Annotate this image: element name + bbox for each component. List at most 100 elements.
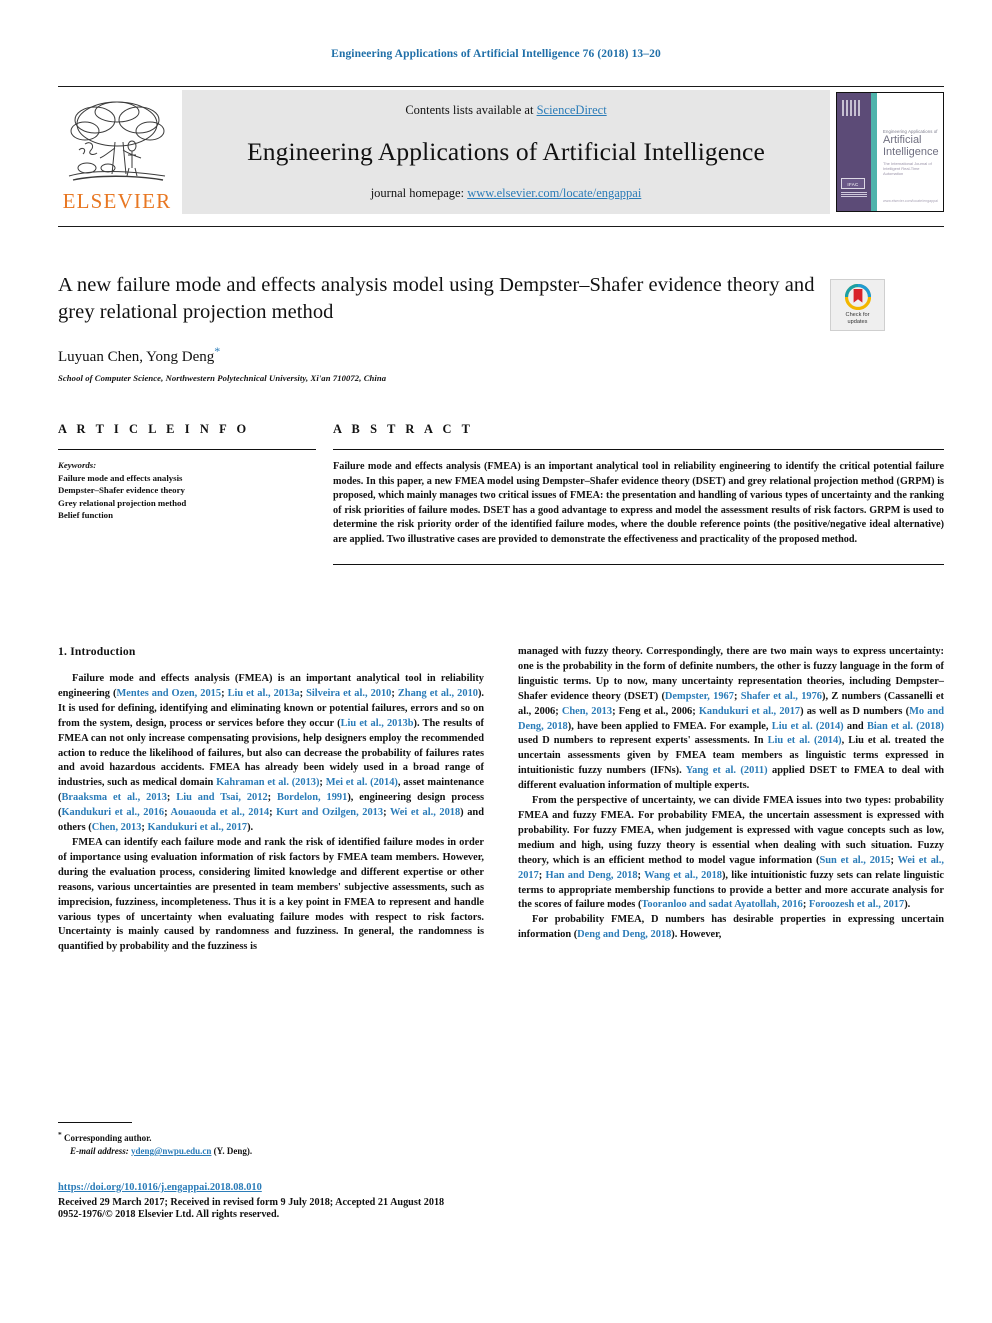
email-suffix: (Y. Deng). xyxy=(213,1146,253,1156)
keyword-item: Failure mode and effects analysis xyxy=(58,472,183,483)
check-for-updates-icon xyxy=(844,284,871,311)
doi-link[interactable]: https://doi.org/10.1016/j.engappai.2018.… xyxy=(58,1182,262,1193)
citation-link[interactable]: Kandukuri et al., 2016 xyxy=(61,807,164,818)
citation-link[interactable]: Liu et al., 2013a xyxy=(228,688,300,699)
citation-link[interactable]: Liu et al. (2014) xyxy=(772,721,844,732)
journal-masthead: ELSEVIER Contents lists available at Sci… xyxy=(58,90,944,214)
body-left-column: 1. Introduction Failure mode and effects… xyxy=(58,645,484,955)
article-info-column: A R T I C L E I N F O Keywords: Failure … xyxy=(58,422,316,565)
citation-link[interactable]: Tooranloo and sadat Ayatollah, 2016 xyxy=(641,899,802,910)
citation-link[interactable]: Liu and Tsai, 2012 xyxy=(176,792,267,803)
keyword-item: Grey relational projection method xyxy=(58,497,187,508)
email-note: E-mail address: ydeng@nwpu.edu.cn (Y. De… xyxy=(70,1145,484,1158)
cover-publisher-mark-icon xyxy=(842,100,862,116)
citation-link[interactable]: Liu et al. (2014) xyxy=(768,735,842,746)
citation-link[interactable]: Dempster, 1967 xyxy=(665,691,734,702)
citation-link[interactable]: Foroozesh et al., 2017 xyxy=(809,899,904,910)
footnote-block: * Corresponding author. E-mail address: … xyxy=(58,1122,484,1158)
running-head: Engineering Applications of Artificial I… xyxy=(331,48,661,60)
corresponding-author-text: Corresponding author. xyxy=(64,1133,152,1143)
citation-link[interactable]: Chen, 2013 xyxy=(92,822,142,833)
cover-tagline: The International Journal of Intelligent… xyxy=(883,161,932,176)
abstract-bottom-rule xyxy=(333,563,944,565)
affiliation: School of Computer Science, Northwestern… xyxy=(58,373,387,383)
footer-block: https://doi.org/10.1016/j.engappai.2018.… xyxy=(58,1177,618,1220)
abstract-rule xyxy=(333,449,944,450)
citation-link[interactable]: Sun et al., 2015 xyxy=(819,855,890,866)
abstract-column: A B S T R A C T Failure mode and effects… xyxy=(333,422,944,565)
cover-title: Artificial Intelligence xyxy=(883,134,939,158)
footnote-marker: * xyxy=(58,1130,62,1139)
journal-cover-thumbnail[interactable]: IFAC Engineering Applications of Artific… xyxy=(836,92,944,212)
copyright-line: 0952-1976/© 2018 Elsevier Ltd. All right… xyxy=(58,1209,280,1220)
keywords-heading: Keywords: xyxy=(58,460,97,470)
cover-footer-url: www.elsevier.com/locate/engappai xyxy=(883,199,938,203)
citation-link[interactable]: Kandukuri et al., 2017 xyxy=(699,706,800,717)
article-info-heading: A R T I C L E I N F O xyxy=(58,422,250,436)
citation-link[interactable]: Liu et al., 2013b xyxy=(341,718,414,729)
paragraph: From the perspective of uncertainty, we … xyxy=(518,795,944,911)
journal-homepage-line: journal homepage: www.elsevier.com/locat… xyxy=(371,186,642,201)
journal-homepage-link[interactable]: www.elsevier.com/locate/engappai xyxy=(467,186,641,200)
citation-link[interactable]: Deng and Deng, 2018 xyxy=(577,929,671,940)
paragraph: Failure mode and effects analysis (FMEA)… xyxy=(58,673,485,834)
crossmark-badge[interactable]: Check for updates xyxy=(830,279,885,331)
contents-available-line: Contents lists available at ScienceDirec… xyxy=(405,103,606,118)
keyword-item: Belief function xyxy=(58,510,113,521)
paragraph: FMEA can identify each failure mode and … xyxy=(58,836,484,953)
body-columns: 1. Introduction Failure mode and effects… xyxy=(58,645,944,955)
citation-link[interactable]: Kahraman et al. (2013) xyxy=(216,777,319,788)
citation-link[interactable]: Mei et al. (2014) xyxy=(326,777,398,788)
journal-title: Engineering Applications of Artificial I… xyxy=(247,137,765,166)
crossmark-label: Check for updates xyxy=(846,312,870,325)
sciencedirect-link[interactable]: ScienceDirect xyxy=(537,103,607,117)
citation-link[interactable]: Han and Deng, 2018 xyxy=(546,870,638,881)
homepage-prefix: journal homepage: xyxy=(370,186,468,200)
email-label: E-mail address: xyxy=(70,1146,129,1156)
citation-link[interactable]: Wang et al., 2018 xyxy=(644,870,722,881)
author-email-link[interactable]: ydeng@nwpu.edu.cn xyxy=(131,1146,211,1156)
citation-link[interactable]: Chen, 2013 xyxy=(562,706,612,717)
paragraph: managed with fuzzy theory. Corresponding… xyxy=(518,646,945,792)
citation-link[interactable]: Yang et al. (2011) xyxy=(686,765,768,776)
citation-link[interactable]: Kandukuri et al., 2017 xyxy=(147,822,247,833)
keyword-item: Dempster–Shafer evidence theory xyxy=(58,485,185,496)
elsevier-tree-logo-icon xyxy=(68,101,166,181)
citation-link[interactable]: Bordelon, 1991 xyxy=(277,792,347,803)
article-info-rule xyxy=(58,449,316,450)
elsevier-logo: ELSEVIER xyxy=(58,90,176,214)
citation-link[interactable]: Bian et al. (2018) xyxy=(867,721,944,732)
cover-society-label: IFAC xyxy=(847,182,859,187)
citation-link[interactable]: Aouaouda et al., 2014 xyxy=(171,807,270,818)
info-abstract-section: A R T I C L E I N F O Keywords: Failure … xyxy=(58,422,944,565)
body-right-column: managed with fuzzy theory. Corresponding… xyxy=(518,645,944,955)
paper-page: Engineering Applications of Artificial I… xyxy=(0,0,992,1323)
citation-link[interactable]: Zhang et al., 2010 xyxy=(398,688,478,699)
section-heading-introduction: 1. Introduction xyxy=(58,645,136,658)
footnote-rule xyxy=(58,1122,132,1123)
author-list: Luyuan Chen, Yong Deng* xyxy=(58,344,818,366)
author-names: Luyuan Chen, Yong Deng xyxy=(58,349,215,365)
citation-link[interactable]: Shafer et al., 1976 xyxy=(741,691,822,702)
abstract-text: Failure mode and effects analysis (FMEA)… xyxy=(333,461,944,545)
cover-title-line-1: Artificial xyxy=(883,134,922,146)
paragraph: For probability FMEA, D numbers has desi… xyxy=(518,914,944,941)
citation-link[interactable]: Kurt and Ozilgen, 2013 xyxy=(276,807,383,818)
citation-link[interactable]: Mentes and Ozen, 2015 xyxy=(116,688,221,699)
corresponding-author-marker: * xyxy=(214,344,221,358)
crossmark-line-1: Check for xyxy=(845,312,870,319)
title-block: A new failure mode and effects analysis … xyxy=(58,272,818,383)
elsevier-wordmark: ELSEVIER xyxy=(62,189,172,213)
page-title: A new failure mode and effects analysis … xyxy=(58,274,815,323)
cover-subtext-lines xyxy=(841,192,867,197)
contents-prefix: Contents lists available at xyxy=(405,103,537,117)
citation-link[interactable]: Silveira et al., 2010 xyxy=(306,688,391,699)
masthead-bottom-rule xyxy=(58,226,944,227)
corresponding-author-note: * Corresponding author. xyxy=(58,1128,484,1145)
cover-title-line-2: Intelligence xyxy=(883,145,939,158)
citation-link[interactable]: Braaksma et al., 2013 xyxy=(61,792,166,803)
abstract-heading: A B S T R A C T xyxy=(333,422,474,436)
keywords-block: Keywords: Failure mode and effects analy… xyxy=(58,459,316,522)
citation-link[interactable]: Wei et al., 2018 xyxy=(390,807,460,818)
masthead-center-panel: Contents lists available at ScienceDirec… xyxy=(182,90,830,214)
